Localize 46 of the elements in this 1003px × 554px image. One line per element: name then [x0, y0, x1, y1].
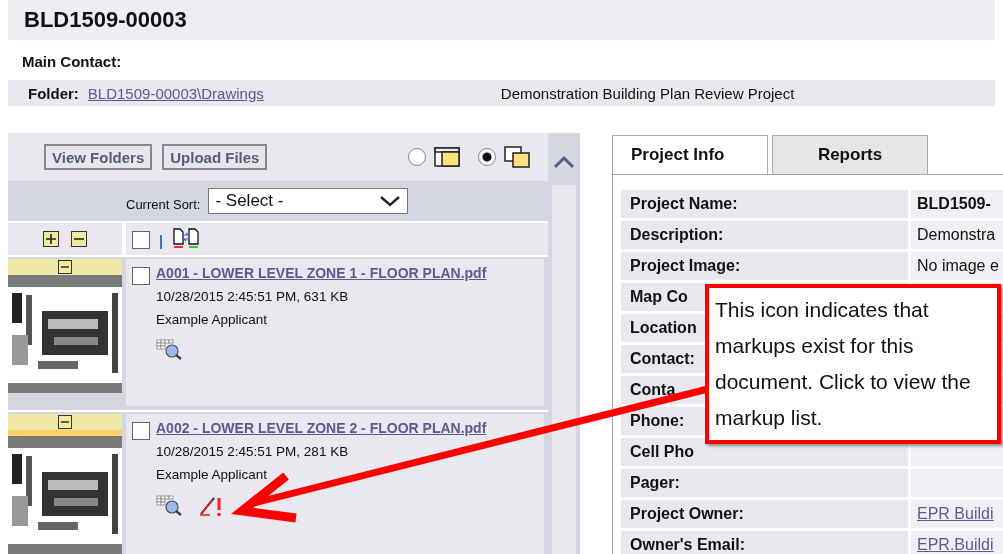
label-cell: Description: [621, 221, 908, 249]
search-grid-icon[interactable] [156, 495, 184, 517]
sort-dropdown[interactable]: - Select - [208, 188, 409, 214]
compare-icon[interactable] [172, 228, 200, 250]
label-cell: Pager: [621, 469, 908, 497]
folder-label: Folder: [28, 84, 79, 102]
document-checkbox[interactable] [132, 422, 150, 440]
list-view-icon[interactable] [434, 147, 460, 167]
document-details: 10/28/2015 2:45:51 PM, 631 KB [156, 289, 350, 304]
radio-button[interactable] [478, 148, 496, 166]
tab[interactable]: Project Info [612, 135, 768, 174]
expand-all-icon[interactable] [43, 231, 59, 247]
main-contact-label: Main Contact: [22, 53, 122, 70]
collapse-icon[interactable] [58, 415, 72, 429]
tile-view-icon[interactable] [504, 146, 530, 168]
page-title: BLD1509-00003 [24, 7, 187, 33]
folder-link[interactable]: BLD1509-00003\Drawings [87, 84, 501, 102]
value-cell: No image e [911, 252, 1003, 280]
document-checkbox[interactable] [132, 267, 150, 285]
scroll-up-icon[interactable] [553, 155, 575, 169]
collapse-icon[interactable] [58, 260, 72, 274]
field-link[interactable]: EPR.Buildi [917, 536, 994, 554]
document-link[interactable]: A001 - LOWER LEVEL ZONE 1 - FLOOR PLAN.pdf [156, 265, 487, 281]
tab[interactable]: Reports [772, 135, 928, 174]
document-author: Example Applicant [156, 312, 269, 327]
document-author: Example Applicant [156, 467, 269, 482]
collapse-all-icon[interactable] [71, 231, 87, 247]
value-cell: Demonstra [911, 221, 1003, 249]
document-details: 10/28/2015 2:45:51 PM, 281 KB [156, 444, 350, 459]
value-cell: BLD1509- [911, 190, 1003, 218]
select-all-checkbox[interactable] [132, 231, 150, 249]
field-link[interactable]: EPR Buildi [917, 505, 994, 523]
scroll-bar[interactable] [548, 133, 580, 554]
chevron-down-icon [379, 195, 402, 207]
document-link[interactable]: A002 - LOWER LEVEL ZONE 2 - FLOOR PLAN.pdf [156, 420, 487, 436]
label-cell: Project Image: [621, 252, 908, 280]
radio-button[interactable] [408, 148, 426, 166]
project-description: Demonstration Building Plan Review Project [500, 84, 795, 102]
label-cell: Project Owner: [621, 500, 908, 528]
label-cell: Project Name: [621, 190, 908, 218]
sort-label: Current Sort: [126, 196, 201, 212]
search-grid-icon[interactable] [156, 339, 184, 361]
toolbar-button[interactable]: View Folders [44, 144, 153, 170]
label-cell: Owner's Email: [621, 531, 908, 554]
toolbar-button[interactable]: Upload Files [162, 144, 268, 170]
separator-mark [160, 235, 162, 249]
